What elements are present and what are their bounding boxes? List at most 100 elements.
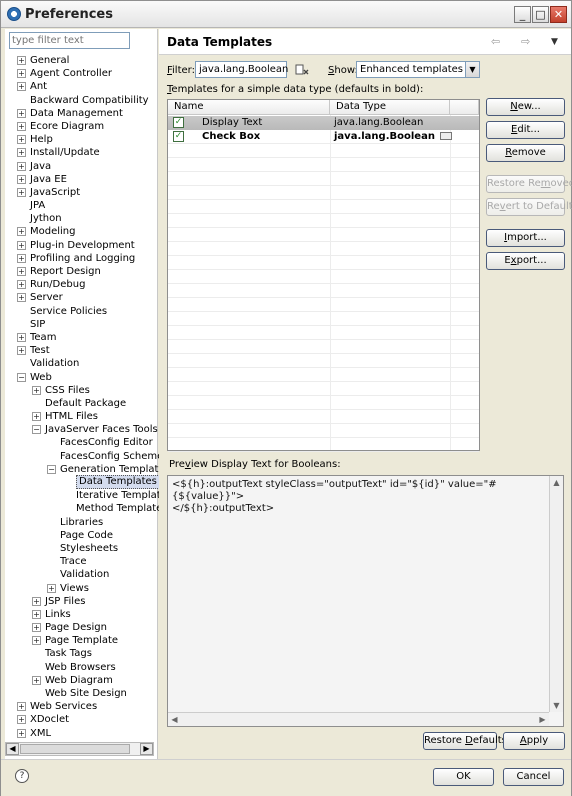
expand-icon[interactable]: + bbox=[32, 385, 41, 395]
tree-item[interactable]: + Install/Update bbox=[5, 146, 158, 159]
tree-item[interactable]: SIP bbox=[5, 318, 158, 331]
tree-item[interactable]: − Web bbox=[5, 371, 158, 384]
tree-item[interactable]: Libraries bbox=[5, 516, 158, 529]
expand-icon[interactable]: + bbox=[47, 583, 56, 593]
tree-item[interactable]: FacesConfig Editor bbox=[5, 436, 158, 449]
expand-icon[interactable]: + bbox=[17, 187, 26, 197]
expand-icon[interactable]: + bbox=[17, 332, 26, 342]
apply-button[interactable]: Apply bbox=[503, 732, 565, 750]
tree-item[interactable]: Web Browsers bbox=[5, 661, 158, 674]
tree-item[interactable]: Web Site Design bbox=[5, 687, 158, 700]
row-checkbox[interactable]: ✓ bbox=[173, 117, 184, 128]
expand-icon[interactable]: + bbox=[17, 728, 26, 738]
tree-item[interactable]: Page Code bbox=[5, 529, 158, 542]
scroll-down-icon[interactable]: ▼ bbox=[550, 699, 563, 712]
tree-item[interactable]: Validation bbox=[5, 357, 158, 370]
expand-icon[interactable]: + bbox=[17, 240, 26, 250]
tree-item[interactable]: + Links bbox=[5, 608, 158, 621]
tree-item[interactable]: + Web Diagram bbox=[5, 674, 158, 687]
cancel-button[interactable]: Cancel bbox=[503, 768, 564, 786]
tree-item[interactable]: Backward Compatibility bbox=[5, 94, 158, 107]
expand-icon[interactable]: + bbox=[17, 56, 26, 65]
scroll-thumb[interactable] bbox=[20, 744, 130, 754]
edit-button[interactable]: Edit... bbox=[486, 121, 565, 139]
preview-vertical-scrollbar[interactable]: ▲ ▼ bbox=[549, 476, 563, 712]
tree-item[interactable]: + CSS Files bbox=[5, 384, 158, 397]
scroll-left-icon[interactable]: ◀ bbox=[168, 713, 181, 726]
expand-icon[interactable]: + bbox=[17, 280, 26, 290]
view-menu-icon[interactable]: ▼ bbox=[551, 37, 558, 47]
tree-item[interactable]: + XML bbox=[5, 727, 158, 740]
filter-type-field[interactable]: java.lang.Boolean bbox=[195, 61, 288, 78]
tree-item[interactable]: + XDoclet bbox=[5, 713, 158, 726]
tree-item[interactable]: Iterative Templates bbox=[5, 489, 172, 502]
expand-icon[interactable]: + bbox=[17, 161, 26, 171]
tree-item[interactable]: + Run/Debug bbox=[5, 278, 158, 291]
tree-item[interactable]: Jython bbox=[5, 212, 158, 225]
tree-item[interactable]: + Page Design bbox=[5, 621, 158, 634]
show-select[interactable]: Enhanced templates ▼ bbox=[356, 61, 480, 78]
tree-item[interactable]: + Agent Controller bbox=[5, 67, 158, 80]
forward-arrow-icon[interactable]: ⇨ bbox=[521, 35, 530, 48]
expand-icon[interactable]: + bbox=[32, 596, 41, 606]
tree-item[interactable]: Stylesheets bbox=[5, 542, 158, 555]
minimize-button[interactable]: _ bbox=[514, 6, 531, 23]
tree-item[interactable]: + Plug-in Development bbox=[5, 239, 158, 252]
expand-icon[interactable]: + bbox=[17, 108, 26, 118]
new-button[interactable]: New... bbox=[486, 98, 565, 116]
revert-to-default-button[interactable]: Revert to Default bbox=[486, 198, 572, 216]
tree-item[interactable]: FacesConfig Schemes bbox=[5, 450, 169, 463]
export-button[interactable]: Export... bbox=[486, 252, 565, 270]
chevron-down-icon[interactable]: ▼ bbox=[465, 62, 479, 77]
tree-item[interactable]: + HTML Files bbox=[5, 410, 158, 423]
tree-item[interactable]: + JavaScript bbox=[5, 186, 158, 199]
import-button[interactable]: Import... bbox=[486, 229, 565, 247]
tree-item[interactable]: Service Policies bbox=[5, 305, 158, 318]
tree-item[interactable]: + Ant bbox=[5, 80, 158, 93]
expand-icon[interactable]: + bbox=[17, 135, 26, 145]
scroll-up-icon[interactable]: ▲ bbox=[550, 476, 563, 489]
expand-icon[interactable]: + bbox=[17, 121, 26, 131]
back-arrow-icon[interactable]: ⇦ bbox=[491, 35, 500, 48]
tree-item[interactable]: + Server bbox=[5, 291, 158, 304]
tree-item[interactable]: + Web Services bbox=[5, 700, 158, 713]
expand-icon[interactable]: + bbox=[32, 675, 41, 685]
tree-item[interactable]: + Java bbox=[5, 160, 158, 173]
expand-icon[interactable]: + bbox=[32, 609, 41, 619]
tree-item[interactable]: − JavaServer Faces Tools bbox=[5, 423, 158, 436]
browse-type-icon[interactable] bbox=[295, 63, 309, 77]
expand-icon[interactable]: + bbox=[17, 346, 26, 356]
tree-item[interactable]: Task Tags bbox=[5, 647, 158, 660]
collapse-icon[interactable]: − bbox=[17, 372, 26, 382]
table-row[interactable]: ✓ Check Box java.lang.Boolean bbox=[168, 130, 479, 144]
tree-item[interactable]: + JSP Files bbox=[5, 595, 158, 608]
tree-item[interactable]: + Data Management bbox=[5, 107, 158, 120]
collapse-icon[interactable]: − bbox=[32, 425, 41, 435]
expand-icon[interactable]: + bbox=[32, 623, 41, 633]
expand-icon[interactable]: + bbox=[17, 702, 26, 712]
expand-icon[interactable]: + bbox=[17, 293, 26, 303]
expand-icon[interactable]: + bbox=[17, 69, 26, 79]
tree-item[interactable]: JPA bbox=[5, 199, 158, 212]
remove-button[interactable]: Remove bbox=[486, 144, 565, 162]
tree-item[interactable]: Data Templates bbox=[5, 475, 160, 489]
cell-editor-icon[interactable] bbox=[440, 132, 452, 140]
column-header-name[interactable]: Name bbox=[168, 100, 330, 115]
tree-item[interactable]: + Ecore Diagram bbox=[5, 120, 158, 133]
expand-icon[interactable]: + bbox=[32, 636, 41, 646]
expand-icon[interactable]: + bbox=[17, 148, 26, 158]
preview-horizontal-scrollbar[interactable]: ◀ ▶ bbox=[168, 712, 549, 726]
tree-item[interactable]: + General bbox=[5, 54, 158, 67]
tree-item[interactable]: Default Package bbox=[5, 397, 158, 410]
ok-button[interactable]: OK bbox=[433, 768, 494, 786]
restore-removed-button[interactable]: Restore Removed bbox=[486, 175, 572, 193]
collapse-icon[interactable]: − bbox=[47, 464, 56, 474]
tree-item[interactable]: Validation bbox=[5, 568, 158, 581]
tree-item[interactable]: + Java EE bbox=[5, 173, 158, 186]
tree-item[interactable]: + Modeling bbox=[5, 225, 158, 238]
expand-icon[interactable]: + bbox=[17, 82, 26, 92]
tree-item[interactable]: + Help bbox=[5, 133, 158, 146]
expand-icon[interactable]: + bbox=[17, 267, 26, 276]
scroll-right-icon[interactable]: ▶ bbox=[536, 713, 549, 726]
expand-icon[interactable]: + bbox=[17, 715, 26, 725]
